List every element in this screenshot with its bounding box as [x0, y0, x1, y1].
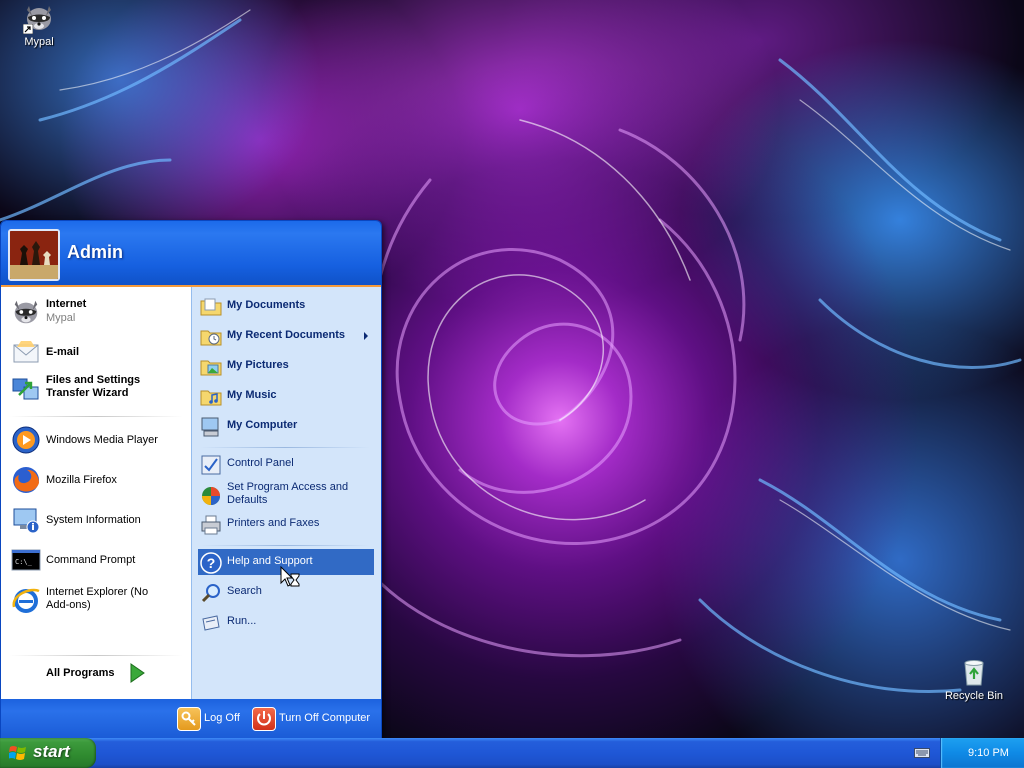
svg-text:C:\_: C:\_	[15, 558, 33, 566]
place-my-recent-documents[interactable]: My Recent Documents	[198, 323, 374, 349]
system-program-access[interactable]: Set Program Access and Defaults	[198, 479, 374, 511]
pinned-email[interactable]: E-mail	[9, 335, 185, 371]
computer-icon	[200, 416, 222, 438]
keyboard-icon[interactable]	[914, 748, 930, 758]
firefox-icon	[11, 465, 41, 495]
turn-off-label: Turn Off Computer	[279, 712, 371, 724]
place-label: My Recent Documents	[227, 329, 345, 341]
pinned-title: E-mail	[46, 346, 80, 358]
turn-off-button[interactable]: Turn Off Computer	[252, 707, 376, 731]
raccoon-icon	[11, 297, 41, 327]
raccoon-icon	[23, 2, 55, 34]
pictures-folder-icon	[200, 356, 222, 378]
recycle-bin-icon	[958, 656, 990, 688]
command-prompt-icon: C:\_	[11, 545, 41, 575]
desktop-icon-label: Recycle Bin	[944, 690, 1004, 702]
place-label: My Documents	[227, 299, 306, 311]
shortcut-arrow-icon	[23, 24, 33, 34]
svg-text:?: ?	[207, 555, 216, 571]
place-label: My Pictures	[227, 359, 289, 371]
desktop-icon-mypal[interactable]: Mypal	[4, 2, 74, 48]
folder-icon	[200, 296, 222, 318]
place-my-music[interactable]: My Music	[198, 383, 374, 409]
desktop-icon-recycle-bin[interactable]: Recycle Bin	[939, 656, 1009, 702]
recent-command-prompt[interactable]: C:\_ Command Prompt	[9, 543, 185, 579]
recent-label: Windows Media Player	[46, 434, 158, 446]
search-icon	[200, 582, 222, 604]
pinned-subtitle: Mypal	[46, 312, 76, 324]
email-icon	[11, 337, 41, 367]
pinned-title-line2: Transfer Wizard	[46, 387, 129, 399]
printer-icon	[200, 514, 222, 536]
tool-run[interactable]: Run...	[198, 609, 374, 635]
start-menu-footer: Log Off Turn Off Computer	[1, 699, 381, 739]
system-label-line2: Defaults	[227, 494, 268, 506]
system-info-icon	[11, 505, 41, 535]
system-label: Control Panel	[227, 457, 294, 469]
desktop-icon-label: Mypal	[24, 36, 54, 48]
start-button[interactable]: start	[0, 738, 96, 768]
pinned-title: Internet	[46, 298, 87, 310]
start-menu-places-pane: My Documents My Recent Documents My Pict…	[191, 287, 381, 699]
place-my-pictures[interactable]: My Pictures	[198, 353, 374, 379]
place-label: My Computer	[227, 419, 298, 431]
power-icon	[252, 707, 276, 731]
recent-internet-explorer[interactable]: Internet Explorer (No Add-ons)	[9, 583, 185, 619]
recent-label-line2: Add-ons)	[46, 599, 91, 611]
media-player-icon	[11, 425, 41, 455]
start-menu: Admin Internet Mypal E-mail Files and Se…	[0, 220, 382, 740]
user-name: Admin	[67, 242, 123, 262]
key-icon	[177, 707, 201, 731]
system-tray: 9:10 PM	[940, 738, 1024, 768]
clock[interactable]: 9:10 PM	[968, 747, 1009, 759]
recent-label-line1: Internet Explorer (No	[46, 586, 149, 598]
program-access-icon	[200, 485, 222, 507]
music-folder-icon	[200, 386, 222, 408]
pinned-title-line1: Files and Settings	[46, 374, 141, 386]
internet-explorer-icon	[11, 585, 41, 615]
log-off-label: Log Off	[204, 712, 240, 724]
pinned-transfer-wizard[interactable]: Files and Settings Transfer Wizard	[9, 371, 185, 407]
recent-system-information[interactable]: System Information	[9, 503, 185, 539]
run-icon	[200, 612, 222, 634]
busy-cursor-icon	[280, 566, 300, 587]
system-label-line1: Set Program Access and	[227, 481, 349, 493]
system-control-panel[interactable]: Control Panel	[198, 451, 374, 477]
start-menu-header: Admin	[1, 221, 381, 287]
help-icon: ?	[200, 552, 222, 574]
start-label: start	[33, 742, 70, 761]
system-printers-faxes[interactable]: Printers and Faxes	[198, 511, 374, 537]
place-my-documents[interactable]: My Documents	[198, 293, 374, 319]
start-menu-programs-pane: Internet Mypal E-mail Files and Settings…	[1, 287, 191, 699]
recent-windows-media-player[interactable]: Windows Media Player	[9, 423, 185, 459]
taskbar: start 9:10 PM	[0, 738, 1024, 768]
recent-label: Command Prompt	[46, 554, 136, 566]
separator	[9, 655, 183, 656]
recent-label: Mozilla Firefox	[46, 474, 117, 486]
green-arrow-icon	[130, 663, 145, 683]
separator	[200, 545, 370, 546]
chess-picture-icon	[10, 231, 58, 279]
windows-logo-icon	[9, 746, 26, 760]
all-programs-label: All Programs	[46, 667, 115, 679]
tool-label: Search	[227, 585, 262, 597]
system-label: Printers and Faxes	[227, 517, 320, 529]
log-off-button[interactable]: Log Off	[177, 707, 247, 731]
recent-mozilla-firefox[interactable]: Mozilla Firefox	[9, 463, 185, 499]
recent-docs-icon	[200, 326, 222, 348]
place-my-computer[interactable]: My Computer	[198, 413, 374, 439]
avatar[interactable]	[8, 229, 60, 281]
place-label: My Music	[227, 389, 277, 401]
submenu-arrow-icon	[364, 332, 368, 340]
transfer-wizard-icon	[11, 373, 41, 403]
pinned-internet[interactable]: Internet Mypal	[9, 295, 185, 331]
recent-label: System Information	[46, 514, 141, 526]
separator	[200, 447, 370, 448]
control-panel-icon	[200, 454, 222, 476]
separator	[9, 416, 183, 417]
tool-label: Run...	[227, 615, 257, 627]
